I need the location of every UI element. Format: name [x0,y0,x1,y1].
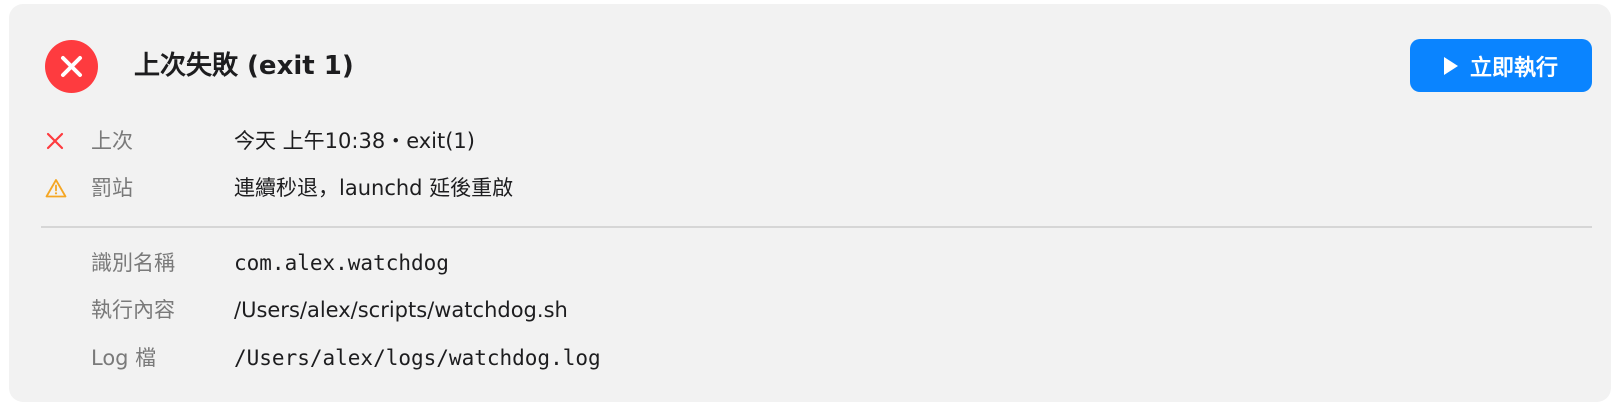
identifier-row: 識別名稱 com.alex.watchdog [9,248,1611,278]
last-run-label: 上次 [91,129,133,153]
divider [41,226,1592,228]
job-status-card: 上次失敗 (exit 1) 立即執行 上次 今天 上午10:38・exit(1)… [9,4,1611,402]
play-icon [1443,56,1458,75]
penalty-row: 罰站 連續秒退，launchd 延後重啟 [9,173,1611,203]
warning-icon [45,173,67,203]
log-file-value: /Users/alex/logs/watchdog.log [234,346,601,370]
status-title: 上次失敗 (exit 1) [134,51,354,81]
x-icon [45,126,67,156]
identifier-label: 識別名稱 [91,251,175,275]
program-label: 執行內容 [91,298,175,322]
last-run-row: 上次 今天 上午10:38・exit(1) [9,126,1611,156]
last-run-value: 今天 上午10:38・exit(1) [234,129,475,153]
identifier-value: com.alex.watchdog [234,251,449,275]
penalty-label: 罰站 [91,176,133,200]
run-now-label: 立即執行 [1469,55,1558,81]
program-value: /Users/alex/scripts/watchdog.sh [234,298,568,322]
program-row: 執行內容 /Users/alex/scripts/watchdog.sh [9,295,1611,325]
log-file-label: Log 檔 [91,346,157,370]
run-now-button[interactable]: 立即執行 [1410,39,1592,92]
x-circle-icon [45,40,98,93]
penalty-value: 連續秒退，launchd 延後重啟 [234,176,514,200]
log-file-row: Log 檔 /Users/alex/logs/watchdog.log [9,343,1611,373]
